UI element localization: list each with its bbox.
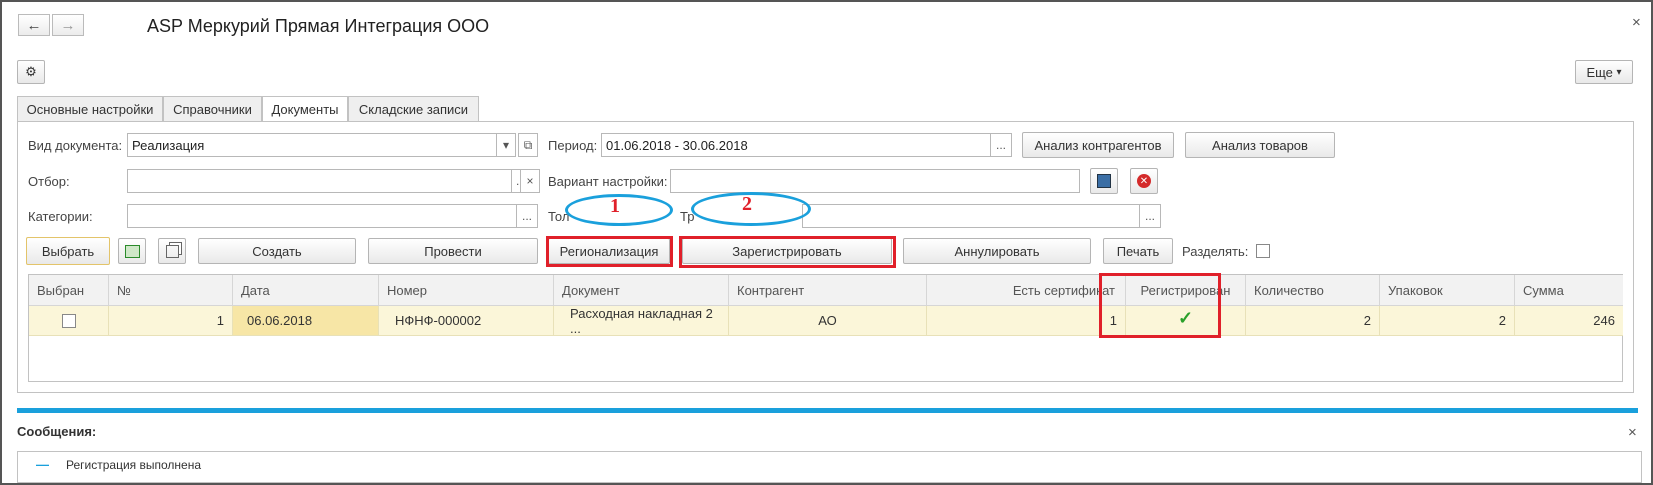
annotation-box-regionalization [546,236,673,267]
filter-label: Отбор: [28,174,70,189]
messages-close-icon[interactable]: × [1628,424,1637,441]
messages-title: Сообщения: [17,424,97,439]
chevron-down-icon: ▾ [502,138,510,152]
annotation-box-register [679,236,896,268]
doc-type-dropdown[interactable]: ▾ [496,133,516,157]
back-button[interactable]: ← [18,14,50,36]
column-header[interactable]: Выбран [29,275,109,306]
annotation-box-registered [1099,273,1221,338]
app-window: ← → ASP Меркурий Прямая Интеграция ООО ×… [0,0,1653,485]
analyze-counterparties-button[interactable]: Анализ контрагентов [1022,132,1174,158]
print-button[interactable]: Печать [1103,238,1173,264]
delete-icon: ✕ [1137,174,1151,188]
copy-icon [165,244,179,258]
table-cell[interactable]: 2 [1380,306,1515,336]
column-header[interactable]: Номер [379,275,554,306]
column-header[interactable]: Количество [1246,275,1380,306]
analyze-goods-button[interactable]: Анализ товаров [1185,132,1335,158]
categories-label: Категории: [28,209,93,224]
forward-button[interactable]: → [52,14,84,36]
period-label: Период: [548,138,598,153]
cancel-button[interactable]: Аннулировать [903,238,1091,264]
close-icon: × [526,174,534,188]
column-header[interactable]: № [109,275,233,306]
column-header[interactable]: Дата [233,275,379,306]
more-button[interactable]: Еще ▾ [1575,60,1633,84]
doc-type-field[interactable]: Реализация [127,133,497,157]
window-close-icon[interactable]: × [1632,14,1641,31]
column-header[interactable]: Упаковок [1380,275,1515,306]
arrow-left-icon: ← [26,16,42,34]
column-header[interactable]: Документ [554,275,729,306]
annotation-number-2: 2 [742,193,752,215]
split-label: Разделять: [1182,244,1249,259]
arrow-right-icon: → [60,16,76,34]
delete-variant-button[interactable]: ✕ [1130,168,1158,194]
period-select-button[interactable]: ... [990,133,1012,157]
categories-select-button[interactable]: ... [516,204,538,228]
table-cell[interactable]: 06.06.2018 [233,306,379,336]
table-cell[interactable]: 246 [1515,306,1623,336]
table-cell[interactable]: АО [729,306,927,336]
column-header[interactable]: Есть сертификат [927,275,1126,306]
doc-type-open[interactable]: ⧉ [518,133,538,157]
period-field[interactable]: 01.06.2018 - 30.06.2018 [601,133,991,157]
row-select-cell[interactable] [29,306,109,336]
split-checkbox[interactable] [1256,244,1270,258]
column-header[interactable]: Сумма [1515,275,1623,306]
post-button[interactable]: Провести [368,238,538,264]
variant-label: Вариант настройки: [548,174,668,189]
settings-button[interactable]: ⚙ [17,60,45,84]
gear-icon: ⚙ [25,64,37,79]
save-variant-button[interactable] [1090,168,1118,194]
create-button[interactable]: Создать [198,238,356,264]
filter-field[interactable] [127,169,512,193]
table-cell[interactable]: 2 [1246,306,1380,336]
tab-main-settings[interactable]: Основные настройки [17,96,163,121]
select-button[interactable]: Выбрать [26,237,110,265]
tr-field[interactable] [802,204,1140,228]
doc-type-label: Вид документа: [28,138,123,153]
window-title: ASP Меркурий Прямая Интеграция ООО [147,16,490,36]
variant-field[interactable] [670,169,1080,193]
tab-directories[interactable]: Справочники [163,96,262,121]
filter-clear-button[interactable]: × [520,169,540,193]
tab-warehouse-records[interactable]: Складские записи [348,96,479,121]
documents-table: Выбран № Дата Номер Документ Контрагент … [28,274,1623,382]
table-cell[interactable]: Расходная накладная 2 ... [554,306,729,336]
table-cell[interactable]: 1 [109,306,233,336]
tr-select-button[interactable]: ... [1139,204,1161,228]
floppy-disk-icon [1097,174,1111,188]
messages-divider [17,408,1638,413]
column-header[interactable]: Контрагент [729,275,927,306]
copy-button[interactable] [158,238,186,264]
open-icon: ⧉ [523,137,533,152]
annotation-number-1: 1 [610,195,620,217]
tab-documents[interactable]: Документы [262,96,348,122]
message-text[interactable]: Регистрация выполнена [66,458,201,472]
message-marker-icon: — [36,457,49,472]
messages-list: — Регистрация выполнена [17,451,1642,483]
check-all-button[interactable] [118,238,146,264]
table-cell[interactable]: 1 [927,306,1126,336]
check-list-icon [124,244,140,258]
chevron-down-icon: ▾ [1616,66,1622,78]
categories-field[interactable] [127,204,517,228]
row-select-checkbox[interactable] [61,313,76,328]
table-cell[interactable]: НФНФ-000002 [379,306,554,336]
